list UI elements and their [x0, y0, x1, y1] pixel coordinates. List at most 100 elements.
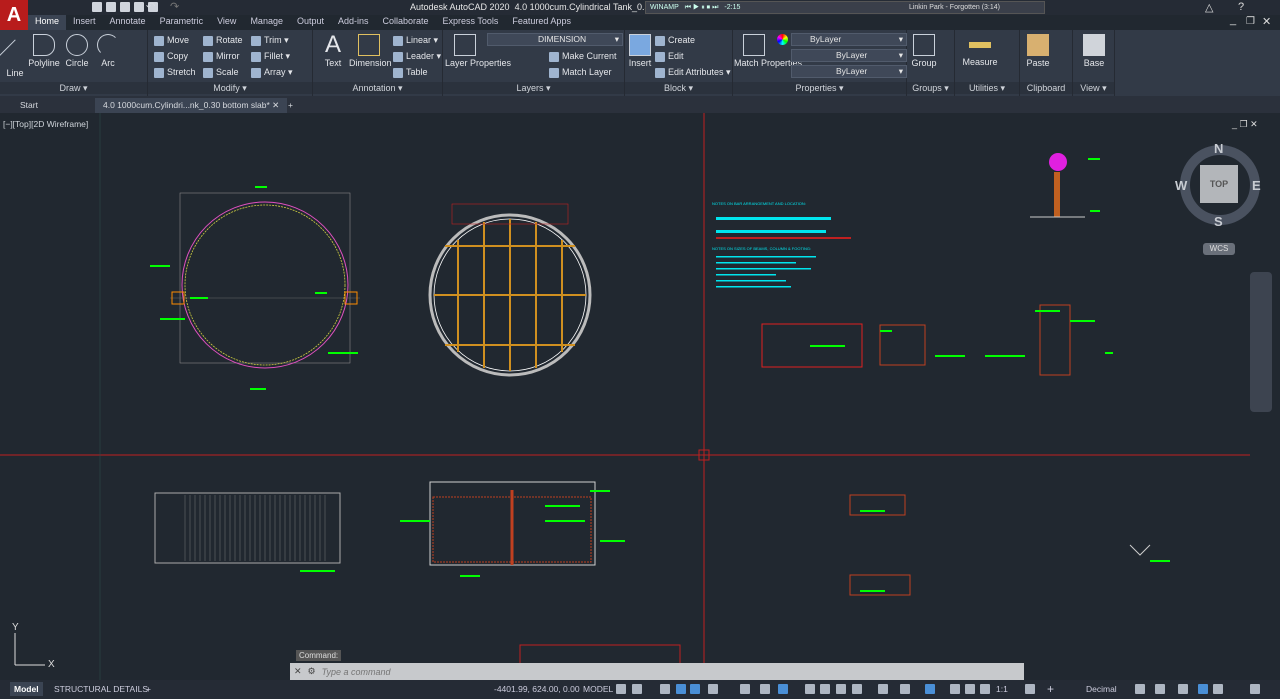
new-icon[interactable]	[92, 2, 102, 12]
linear-button[interactable]: Linear ▾	[393, 35, 438, 46]
isodraft-icon[interactable]	[740, 684, 750, 694]
annotation-scale[interactable]: 1:1	[992, 682, 1012, 696]
tab-featured-apps[interactable]: Featured Apps	[505, 15, 578, 30]
viewport-controls[interactable]: [−][Top][2D Wireframe]	[3, 119, 88, 129]
stretch-button[interactable]: Stretch	[154, 67, 196, 78]
edit-block-button[interactable]: Edit	[655, 51, 684, 62]
winamp-player[interactable]: WINAMP ⏮ ▶ ⏸ ⏹ ⏭ -2:15 Linkin Park - For…	[645, 1, 1045, 14]
customization-menu-icon[interactable]	[1250, 684, 1260, 694]
add-layout-button[interactable]: +	[142, 682, 155, 696]
leader-button[interactable]: Leader ▾	[393, 51, 441, 62]
quick-properties-icon[interactable]	[1135, 684, 1145, 694]
annotation-scale-icon[interactable]	[980, 684, 990, 694]
arc-button[interactable]: Arc	[90, 34, 126, 68]
paste-button[interactable]: Paste	[1020, 34, 1056, 68]
rotate-button[interactable]: Rotate	[203, 35, 243, 46]
tab-insert[interactable]: Insert	[66, 15, 103, 30]
tab-active-drawing[interactable]: 4.0 1000cum.Cylindri...nk_0.30 bottom sl…	[95, 98, 288, 113]
save-as-icon[interactable]	[134, 2, 144, 12]
lock-ui-icon[interactable]	[1155, 684, 1165, 694]
snap-icon[interactable]	[632, 684, 642, 694]
new-tab-button[interactable]: +	[280, 98, 301, 113]
help-icon[interactable]: ?	[1238, 1, 1244, 13]
units-dropdown[interactable]: Decimal	[1082, 682, 1121, 696]
create-block-button[interactable]: Create	[655, 35, 695, 46]
tab-view[interactable]: View	[210, 15, 243, 30]
layer-properties-button[interactable]: Layer Properties	[445, 34, 511, 68]
tab-express-tools[interactable]: Express Tools	[436, 15, 506, 30]
compass-west[interactable]: W	[1175, 178, 1187, 193]
dimension-button[interactable]: Dimension	[349, 34, 392, 68]
hardware-acceleration-icon[interactable]	[1198, 684, 1208, 694]
auto-scale-icon[interactable]	[965, 684, 975, 694]
grid-icon[interactable]	[616, 684, 626, 694]
tab-parametric[interactable]: Parametric	[153, 15, 211, 30]
group-button[interactable]: Group	[906, 34, 942, 68]
playback-controls[interactable]: ⏮ ▶ ⏸ ⏹ ⏭	[685, 4, 719, 12]
command-input[interactable]	[321, 666, 922, 677]
otrack-icon[interactable]	[760, 684, 770, 694]
copy-button[interactable]: Copy	[154, 51, 188, 62]
wcs-menu[interactable]: WCS	[1203, 243, 1235, 255]
tab-structural-details[interactable]: STRUCTURAL DETAILS	[50, 682, 152, 696]
view-panel-title[interactable]: View ▾	[1073, 82, 1114, 94]
tab-start[interactable]: Start	[12, 98, 46, 113]
tab-add-ins[interactable]: Add-ins	[331, 15, 376, 30]
restore-button[interactable]: ❐	[1246, 16, 1255, 27]
undo-icon[interactable]: ↶	[146, 0, 155, 13]
match-layer-button[interactable]: Match Layer	[549, 67, 612, 78]
drawing-canvas[interactable]: NOTES ON BAR ARRANGEMENT AND LOCATION: N…	[0, 113, 1280, 680]
save-icon[interactable]	[120, 2, 130, 12]
isolate-objects-icon[interactable]	[1178, 684, 1188, 694]
ortho-icon[interactable]	[676, 684, 686, 694]
workspace-gear-icon[interactable]	[1025, 684, 1035, 694]
match-properties-button[interactable]: Match Properties	[734, 34, 802, 68]
groups-panel-title[interactable]: Groups ▾	[907, 82, 954, 94]
fillet-button[interactable]: Fillet ▾	[251, 51, 290, 62]
compass-north[interactable]: N	[1214, 141, 1223, 156]
dyn-ucs-icon[interactable]	[878, 684, 888, 694]
polyline-button[interactable]: Polyline	[26, 34, 62, 68]
annotation-panel-title[interactable]: Annotation ▾	[313, 82, 442, 94]
tab-annotate[interactable]: Annotate	[103, 15, 153, 30]
properties-panel-title[interactable]: Properties ▾	[733, 82, 906, 94]
lineweight-icon[interactable]	[805, 684, 815, 694]
layers-panel-title[interactable]: Layers ▾	[443, 82, 624, 94]
mirror-button[interactable]: Mirror	[203, 51, 240, 62]
transparency-icon[interactable]	[820, 684, 830, 694]
compass-east[interactable]: E	[1252, 178, 1261, 193]
selection-filter-icon[interactable]	[900, 684, 910, 694]
minimize-button[interactable]: _	[1230, 14, 1236, 26]
measure-button[interactable]: Measure	[960, 34, 1000, 67]
open-icon[interactable]	[106, 2, 116, 12]
selection-cycling-icon[interactable]	[836, 684, 846, 694]
annotation-monitor-icon[interactable]: +	[1043, 680, 1058, 698]
edit-attributes-button[interactable]: Edit Attributes ▾	[655, 67, 731, 78]
gizmo-icon[interactable]	[925, 684, 935, 694]
text-button[interactable]: A Text	[315, 32, 351, 69]
dynamic-input-icon[interactable]	[690, 684, 700, 694]
customize-icon[interactable]: ⚙	[308, 666, 316, 677]
tab-manage[interactable]: Manage	[243, 15, 290, 30]
model-space-button[interactable]: MODEL	[579, 682, 617, 696]
compass-south[interactable]: S	[1214, 214, 1223, 229]
close-command-icon[interactable]: ✕	[294, 666, 302, 677]
scale-button[interactable]: Scale	[203, 67, 239, 78]
polar-icon[interactable]	[708, 684, 718, 694]
base-button[interactable]: Base	[1076, 34, 1112, 68]
insert-button[interactable]: Insert	[622, 34, 658, 68]
modify-panel-title[interactable]: Modify ▾	[148, 82, 312, 94]
close-button[interactable]: ✕	[1262, 15, 1271, 28]
osnap-icon[interactable]	[778, 684, 788, 694]
viewcube-top-face[interactable]: TOP	[1200, 165, 1238, 203]
tab-model[interactable]: Model	[10, 682, 43, 696]
trim-button[interactable]: Trim ▾	[251, 35, 289, 46]
tab-collaborate[interactable]: Collaborate	[376, 15, 436, 30]
application-menu-button[interactable]: A	[0, 0, 28, 30]
layer-dropdown[interactable]: DIMENSION	[487, 33, 623, 46]
block-panel-title[interactable]: Block ▾	[625, 82, 732, 94]
annotation-visibility-icon[interactable]	[950, 684, 960, 694]
tab-home[interactable]: Home	[28, 15, 67, 30]
clean-screen-icon[interactable]	[1213, 684, 1223, 694]
navigation-bar[interactable]	[1250, 272, 1272, 412]
